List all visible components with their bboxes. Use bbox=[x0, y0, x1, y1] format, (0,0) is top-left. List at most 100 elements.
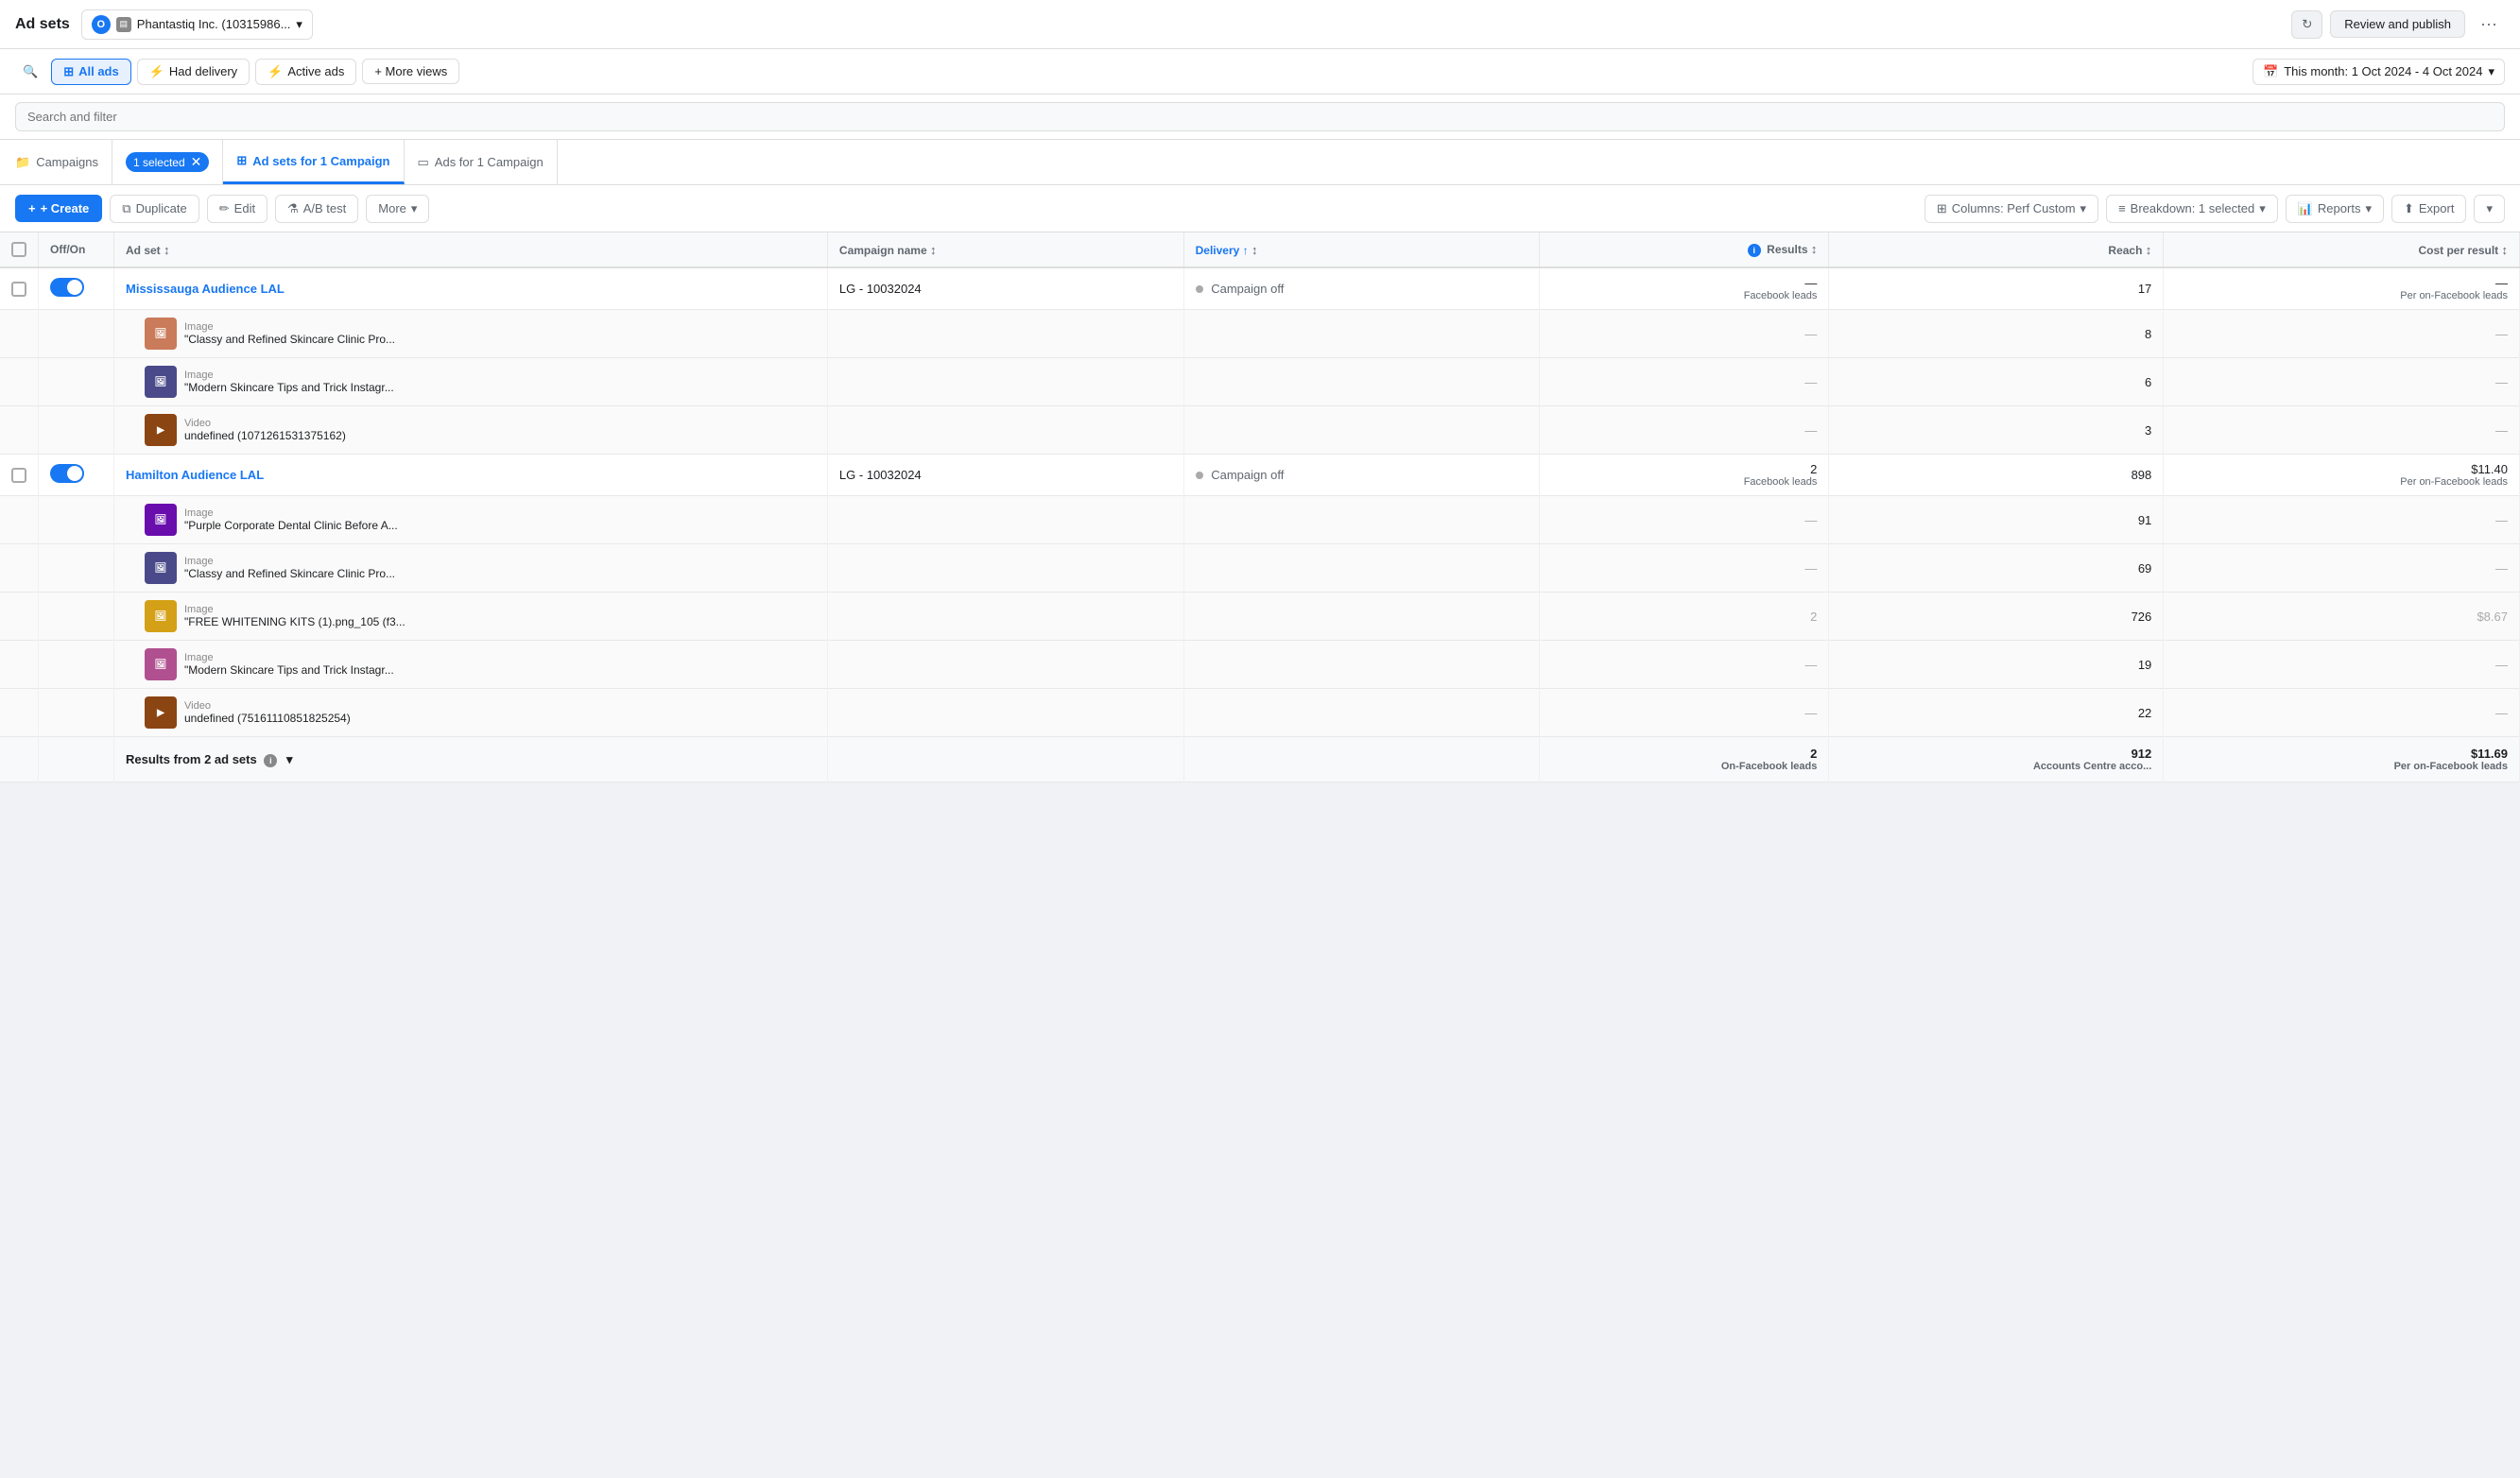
ad-delivery-cell bbox=[1183, 689, 1540, 737]
ad-name-value: "Modern Skincare Tips and Trick Instagr.… bbox=[184, 381, 394, 394]
ad-toggle-cell bbox=[39, 496, 114, 544]
reach-value: 17 bbox=[2138, 282, 2151, 296]
create-button[interactable]: + + Create bbox=[15, 195, 102, 222]
ad-campaign-cell bbox=[827, 689, 1183, 737]
ad-delivery-cell bbox=[1183, 593, 1540, 641]
refresh-button[interactable]: ↻ bbox=[2291, 10, 2322, 39]
duplicate-icon: ⧉ bbox=[122, 201, 130, 216]
cost-cell: — Per on-Facebook leads bbox=[2164, 267, 2520, 310]
breadcrumb-adsets[interactable]: ⊞ Ad sets for 1 Campaign bbox=[223, 140, 404, 184]
selected-badge[interactable]: 1 selected ✕ bbox=[126, 152, 209, 172]
edit-button[interactable]: ✏ Edit bbox=[207, 195, 268, 223]
reach-header[interactable]: Reach ↕ bbox=[1829, 232, 2164, 267]
page-title: Ad sets bbox=[15, 16, 70, 33]
reports-button[interactable]: 📊 Reports bbox=[2286, 195, 2384, 223]
results-info-icon: i bbox=[1748, 244, 1761, 257]
ad-reach-cell: 22 bbox=[1829, 689, 2164, 737]
ad-results-cell: — bbox=[1540, 406, 1829, 455]
tab-more-views[interactable]: + More views bbox=[362, 59, 459, 84]
ad-info: Image "Modern Skincare Tips and Trick In… bbox=[184, 652, 394, 677]
footer-reach-label: Accounts Centre acco... bbox=[1840, 761, 2151, 772]
ad-reach-cell: 91 bbox=[1829, 496, 2164, 544]
search-icon-button[interactable]: 🔍 bbox=[15, 60, 45, 84]
ad-name-value: "Purple Corporate Dental Clinic Before A… bbox=[184, 519, 398, 532]
adset-row: Mississauga Audience LAL LG - 10032024 C… bbox=[0, 267, 2520, 310]
breadcrumb-selected-badge-container: 1 selected ✕ bbox=[112, 140, 223, 184]
breadcrumb-ads[interactable]: ▭ Ads for 1 Campaign bbox=[405, 140, 558, 184]
results-cell: 2 Facebook leads bbox=[1540, 455, 1829, 496]
deselect-button[interactable]: ✕ bbox=[191, 154, 202, 170]
reach-cell: 898 bbox=[1829, 455, 2164, 496]
campaign-name-cell: LG - 10032024 bbox=[827, 455, 1183, 496]
ad-type-label: Image bbox=[184, 370, 394, 381]
row-checkbox[interactable] bbox=[11, 468, 26, 483]
ad-results-value: — bbox=[1804, 706, 1817, 720]
row-checkbox[interactable] bbox=[11, 282, 26, 297]
row-checkbox-cell bbox=[0, 267, 39, 310]
export-dropdown-button[interactable]: ▾ bbox=[2474, 195, 2505, 223]
date-dropdown-icon: ▾ bbox=[2488, 64, 2494, 79]
ad-campaign-cell bbox=[827, 358, 1183, 406]
date-range-selector[interactable]: 📅 This month: 1 Oct 2024 - 4 Oct 2024 ▾ bbox=[2252, 59, 2505, 85]
ad-row: 🖼 Image "Purple Corporate Dental Clinic … bbox=[0, 496, 2520, 544]
ad-row: 🖼 Image "Classy and Refined Skincare Cli… bbox=[0, 310, 2520, 358]
ab-test-button[interactable]: ⚗ A/B test bbox=[275, 195, 358, 223]
tab-all-ads[interactable]: ⊞ All ads bbox=[51, 59, 131, 85]
ad-name-value: undefined (75161110851825254) bbox=[184, 712, 351, 725]
ad-cost-cell: — bbox=[2164, 544, 2520, 593]
cost-value: $11.40 bbox=[2175, 462, 2508, 476]
footer-cost-cell: $11.69 Per on-Facebook leads bbox=[2164, 737, 2520, 782]
ad-reach-cell: 726 bbox=[1829, 593, 2164, 641]
tab-had-delivery[interactable]: ⚡ Had delivery bbox=[137, 59, 250, 85]
account-icon: O bbox=[92, 15, 111, 34]
breadcrumb-campaigns[interactable]: 📁 Campaigns bbox=[15, 140, 112, 184]
more-options-button[interactable]: ··· bbox=[2473, 10, 2505, 38]
adset-name-link[interactable]: Mississauga Audience LAL bbox=[126, 282, 285, 296]
export-icon: ⬆ bbox=[2404, 201, 2414, 216]
results-label: Facebook leads bbox=[1551, 290, 1817, 301]
review-publish-button[interactable]: Review and publish bbox=[2330, 10, 2465, 38]
adset-toggle[interactable] bbox=[50, 278, 84, 297]
adset-header[interactable]: Ad set ↕ bbox=[114, 232, 828, 267]
search-input[interactable] bbox=[15, 102, 2505, 131]
columns-button[interactable]: ⊞ Columns: Perf Custom bbox=[1925, 195, 2098, 223]
cost-label: Per on-Facebook leads bbox=[2175, 476, 2508, 488]
ad-campaign-cell bbox=[827, 593, 1183, 641]
delivery-value: Campaign off bbox=[1211, 468, 1284, 482]
adset-name-link[interactable]: Hamilton Audience LAL bbox=[126, 468, 264, 482]
row-checkbox-cell bbox=[0, 455, 39, 496]
duplicate-button[interactable]: ⧉ Duplicate bbox=[110, 195, 199, 223]
ad-info: Image "Purple Corporate Dental Clinic Be… bbox=[184, 507, 398, 532]
adset-row: Hamilton Audience LAL LG - 10032024 Camp… bbox=[0, 455, 2520, 496]
ad-reach-cell: 8 bbox=[1829, 310, 2164, 358]
ad-type-label: Image bbox=[184, 507, 398, 519]
ad-name-cell: ▶ Video undefined (1071261531375162) bbox=[114, 406, 828, 455]
more-button[interactable]: More bbox=[366, 195, 429, 223]
footer-expand-icon[interactable]: ▾ bbox=[286, 752, 293, 766]
ad-row: 🖼 Image "Modern Skincare Tips and Trick … bbox=[0, 358, 2520, 406]
cost-header[interactable]: Cost per result ↕ bbox=[2164, 232, 2520, 267]
delivery-header[interactable]: Delivery ↑ ↕ bbox=[1183, 232, 1540, 267]
breadcrumb-bar: 📁 Campaigns 1 selected ✕ ⊞ Ad sets for 1… bbox=[0, 140, 2520, 185]
export-button[interactable]: ⬆ Export bbox=[2391, 195, 2466, 223]
ad-cost-value: — bbox=[2495, 561, 2508, 576]
ad-reach-value: 69 bbox=[2138, 561, 2151, 576]
ad-check-cell bbox=[0, 689, 39, 737]
footer-check-cell bbox=[0, 737, 39, 782]
results-header[interactable]: i Results ↕ bbox=[1540, 232, 1829, 267]
ad-results-value: — bbox=[1804, 375, 1817, 389]
breakdown-button[interactable]: ≡ Breakdown: 1 selected bbox=[2106, 195, 2278, 223]
cost-cell: $11.40 Per on-Facebook leads bbox=[2164, 455, 2520, 496]
tab-active-ads[interactable]: ⚡ Active ads bbox=[255, 59, 356, 85]
ad-results-cell: — bbox=[1540, 358, 1829, 406]
select-all-checkbox[interactable] bbox=[11, 242, 26, 257]
adset-toggle[interactable] bbox=[50, 464, 84, 483]
delivery-dot-icon bbox=[1196, 285, 1203, 293]
footer-cost-label: Per on-Facebook leads bbox=[2175, 761, 2508, 772]
breakdown-icon: ≡ bbox=[2118, 201, 2126, 215]
account-selector[interactable]: O ▤ Phantastiq Inc. (10315986... ▾ bbox=[81, 9, 313, 40]
ad-check-cell bbox=[0, 406, 39, 455]
ab-test-icon: ⚗ bbox=[287, 201, 299, 216]
campaign-sort-icon: ↕ bbox=[930, 243, 937, 257]
campaign-header[interactable]: Campaign name ↕ bbox=[827, 232, 1183, 267]
